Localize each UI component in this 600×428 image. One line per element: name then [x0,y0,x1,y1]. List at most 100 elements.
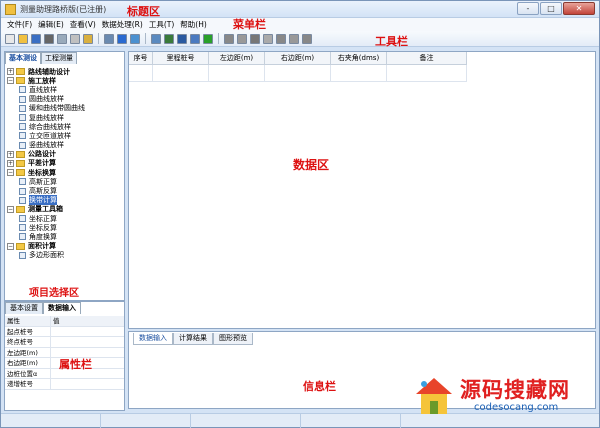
tree-item[interactable]: 坐标反算 [7,223,123,232]
toolbar [1,31,599,47]
property-row[interactable]: 递增桩号 [5,379,124,390]
document-icon [19,215,26,223]
doc-icon[interactable] [151,33,161,44]
table-row[interactable] [129,65,467,82]
column-header[interactable]: 备注 [387,52,467,64]
tab-calc-result[interactable]: 计算结果 [173,333,213,345]
collapse-icon[interactable]: − [7,205,14,213]
paste-icon[interactable] [83,33,93,44]
collapse-icon[interactable]: − [7,169,14,177]
print-icon[interactable] [44,33,54,44]
table-cell[interactable] [209,65,265,82]
table-cell[interactable] [153,65,209,82]
tree-group[interactable]: − 施工放样 [7,76,123,85]
column-header[interactable]: 里程桩号 [153,52,209,64]
table-icon[interactable] [130,33,140,44]
project-tabs: 基本测设 工程测量 [5,52,77,64]
tab-data-input[interactable]: 数据输入 [43,302,81,314]
annotation-info-area: 信息栏 [303,380,336,393]
tree-item[interactable]: 换带计算 [7,195,123,206]
collapse-icon[interactable]: − [7,242,14,250]
property-row[interactable]: 起点桩号 [5,326,124,337]
watermark-url: codesocang.com [474,402,559,413]
copy-icon[interactable] [70,33,80,44]
open-icon[interactable] [18,33,28,44]
menu-data-process[interactable]: 数据处理(R) [99,19,146,30]
menu-help[interactable]: 帮助(H) [177,19,210,30]
data-grid: 序号 里程桩号 左边距(m) 右边距(m) 右夹角(dms) 备注 数据区 [128,51,596,329]
tree-group[interactable]: + 平差计算 [7,159,123,168]
document-icon [19,187,26,195]
property-value[interactable] [51,327,124,337]
save-icon[interactable] [31,33,41,44]
column-header[interactable]: 左边距(m) [209,52,265,64]
minimize-button[interactable]: - [517,2,539,15]
column-header[interactable]: 右边距(m) [265,52,331,64]
toolbar-separator [218,33,219,44]
tree-item[interactable]: 高斯正算 [7,177,123,186]
zoom-icon[interactable] [250,33,260,44]
edit-icon[interactable] [164,33,174,44]
property-value[interactable] [51,337,124,347]
tree-group[interactable]: − 面积计算 [7,242,123,251]
tree-item[interactable]: 直线放样 [7,85,123,94]
rect-icon[interactable] [276,33,286,44]
menu-tools[interactable]: 工具(T) [146,19,177,30]
tree-item[interactable]: 多边形面积 [7,251,123,260]
menu-view[interactable]: 查看(V) [67,19,99,30]
tree-item[interactable]: 立交匝道放样 [7,131,123,140]
settings-icon[interactable] [104,33,114,44]
tree-group[interactable]: + 公路设计 [7,150,123,159]
square-icon[interactable] [237,33,247,44]
angle-icon[interactable] [302,33,312,44]
collapse-icon[interactable]: − [7,77,14,85]
property-row[interactable]: 终点桩号 [5,337,124,348]
annotation-data-area: 数据区 [293,158,330,172]
menu-edit[interactable]: 编辑(E) [35,19,67,30]
document-icon [19,114,26,122]
check-icon[interactable] [203,33,213,44]
tree-item[interactable]: 竖曲线放样 [7,141,123,150]
document-icon [19,251,26,259]
tab-info-data-input[interactable]: 数据输入 [133,333,173,345]
close-button[interactable]: ✕ [563,2,595,15]
folder-icon [16,150,25,158]
run-icon[interactable] [117,33,127,44]
table-cell[interactable] [129,65,153,82]
tab-engineering-survey[interactable]: 工程测量 [41,52,77,64]
calc-icon[interactable] [190,33,200,44]
column-header[interactable]: 序号 [129,52,153,64]
export-icon[interactable] [177,33,187,44]
expand-icon[interactable]: + [7,150,14,158]
table-cell[interactable] [265,65,331,82]
expand-icon[interactable]: + [7,159,14,167]
column-header[interactable]: 右夹角(dms) [331,52,387,64]
tree-group[interactable]: − 测量工具箱 [7,205,123,214]
property-header-key: 属性 [5,316,51,326]
preview-icon[interactable] [57,33,67,44]
property-value[interactable] [51,379,124,389]
expand-icon[interactable]: + [7,68,14,76]
toolbar-separator [98,33,99,44]
tree-group[interactable]: + 路线辅助设计 [7,67,123,76]
maximize-button[interactable]: □ [540,2,562,15]
table-cell[interactable] [331,65,387,82]
tab-basic-survey[interactable]: 基本测设 [5,52,41,64]
tree-group[interactable]: − 坐标换算 [7,168,123,177]
new-icon[interactable] [5,33,15,44]
document-icon [19,224,26,232]
tab-basic-settings[interactable]: 基本设置 [5,302,43,314]
table-cell[interactable] [387,65,467,82]
folder-icon [16,68,25,76]
status-cell [191,414,301,428]
annotation-property-area: 属性栏 [59,358,92,371]
menu-file[interactable]: 文件(F) [4,19,35,30]
tree-item[interactable]: 角度换算 [7,232,123,241]
pan-icon[interactable] [263,33,273,44]
tab-graph-preview[interactable]: 图形预览 [213,333,253,345]
tree-item[interactable]: 高斯反算 [7,186,123,195]
tree-item[interactable]: 坐标正算 [7,214,123,223]
line-icon[interactable] [224,33,234,44]
tree-item[interactable]: 缓和曲线带圆曲线 [7,104,123,113]
curve-icon[interactable] [289,33,299,44]
